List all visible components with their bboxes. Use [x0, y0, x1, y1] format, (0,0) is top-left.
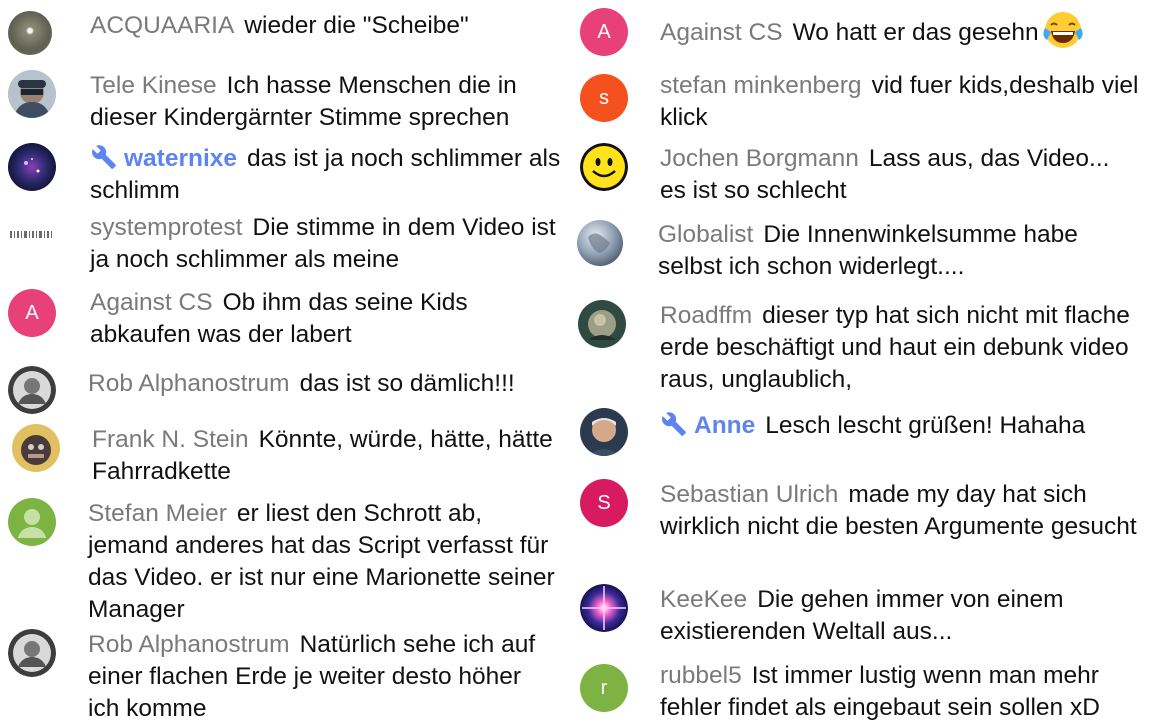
chat-message: Tele Kinese Ich hasse Menschen die in die…	[0, 68, 572, 132]
message-author[interactable]: Sebastian Ulrich	[660, 481, 838, 508]
avatar[interactable]: r	[580, 664, 628, 712]
avatar[interactable]: S	[580, 479, 628, 527]
chat-message: Stefan Meier er liest den Schrott ab, jem…	[0, 496, 572, 624]
chat-message: Globalist Die Innenwinkelsumme habe selbs…	[572, 217, 1152, 281]
chat-message: ACQUAARIA wieder die "Scheibe"	[0, 8, 572, 55]
avatar[interactable]	[8, 629, 56, 677]
message-author[interactable]: Against CS	[90, 289, 213, 316]
avatar[interactable]	[8, 366, 56, 414]
star-burst-icon	[580, 584, 628, 632]
avatar-initial: S	[597, 491, 611, 514]
message-text: Wo hatt er das gesehn	[792, 19, 1039, 46]
globe-icon	[577, 220, 623, 266]
chat-message: s stefan minkenberg vid fuer kids,deshalb…	[572, 68, 1152, 132]
avatar[interactable]	[576, 219, 624, 267]
avatar[interactable]	[580, 584, 628, 632]
message-author[interactable]: systemprotest	[90, 214, 243, 241]
avatar[interactable]	[578, 300, 626, 348]
chat-message: waternixe das ist ja noch schlimmer als s…	[0, 141, 572, 205]
message-author[interactable]: Globalist	[658, 221, 753, 248]
message-author[interactable]: Frank N. Stein	[92, 426, 249, 453]
avatar-initial: s	[599, 86, 609, 109]
chat-message: systemprotest Die stimme in dem Video ist…	[0, 210, 572, 274]
message-author[interactable]: waternixe	[124, 145, 237, 172]
message-author[interactable]: Against CS	[660, 19, 783, 46]
chat-message: Rob Alphanostrum das ist so dämlich!!!	[0, 366, 572, 414]
avatar[interactable]	[8, 11, 52, 55]
message-author[interactable]: Rob Alphanostrum	[88, 370, 290, 397]
avatar-initial: r	[600, 676, 608, 699]
message-text: das ist so dämlich!!!	[299, 370, 515, 397]
person-icon	[18, 509, 46, 538]
message-author[interactable]: KeeKee	[660, 586, 747, 613]
avatar[interactable]	[8, 214, 56, 254]
avatar[interactable]	[8, 498, 56, 546]
chat-message: r rubbel5 Ist immer lustig wenn man mehr …	[572, 660, 1152, 724]
message-author[interactable]: stefan minkenberg	[660, 72, 862, 99]
message-text: Lesch lescht grüßen! Hahaha	[765, 412, 1086, 439]
avatar[interactable]: A	[580, 8, 628, 56]
chat-message: Roadffm dieser typ hat sich nicht mit fla…	[572, 298, 1152, 394]
message-author[interactable]: Stefan Meier	[88, 500, 227, 527]
chat-message: A Against CS Ob ihm das seine Kids abkauf…	[0, 287, 572, 351]
chat-message: Anne Lesch lescht grüßen! Hahaha	[572, 408, 1152, 456]
message-author[interactable]: Anne	[694, 412, 755, 439]
avatar[interactable]	[8, 143, 56, 191]
chat-message: Rob Alphanostrum Natürlich sehe ich auf e…	[0, 627, 572, 723]
message-author[interactable]: Jochen Borgmann	[660, 145, 859, 172]
message-author[interactable]: Tele Kinese	[90, 72, 217, 99]
chat-message: A Against CS Wo hatt er das gesehn	[572, 8, 1152, 56]
chat-message: Frank N. Stein Könnte, würde, hätte, hätt…	[0, 422, 572, 486]
chat-message: KeeKee Die gehen immer von einem existier…	[572, 582, 1152, 646]
chat-message: Jochen Borgmann Lass aus, das Video... es…	[572, 141, 1152, 205]
avatar-initial: A	[25, 301, 39, 324]
avatar[interactable]	[580, 408, 628, 456]
wrench-icon	[90, 144, 118, 170]
avatar[interactable]	[8, 70, 56, 118]
message-author[interactable]: rubbel5	[660, 662, 742, 689]
wrench-icon	[660, 411, 688, 437]
avatar-initial: A	[597, 20, 611, 43]
avatar[interactable]	[580, 143, 628, 191]
avatar[interactable]	[12, 424, 60, 472]
message-author[interactable]: Roadffm	[660, 302, 752, 329]
message-text: wieder die "Scheibe"	[244, 12, 469, 39]
tears-of-joy-emoji	[1043, 12, 1083, 48]
avatar[interactable]: s	[580, 74, 628, 122]
chat-message: S Sebastian Ulrich made my day hat sich w…	[572, 477, 1152, 573]
avatar[interactable]: A	[8, 289, 56, 337]
message-author[interactable]: ACQUAARIA	[90, 12, 234, 39]
message-author[interactable]: Rob Alphanostrum	[88, 631, 290, 658]
smiley-icon	[580, 143, 628, 191]
